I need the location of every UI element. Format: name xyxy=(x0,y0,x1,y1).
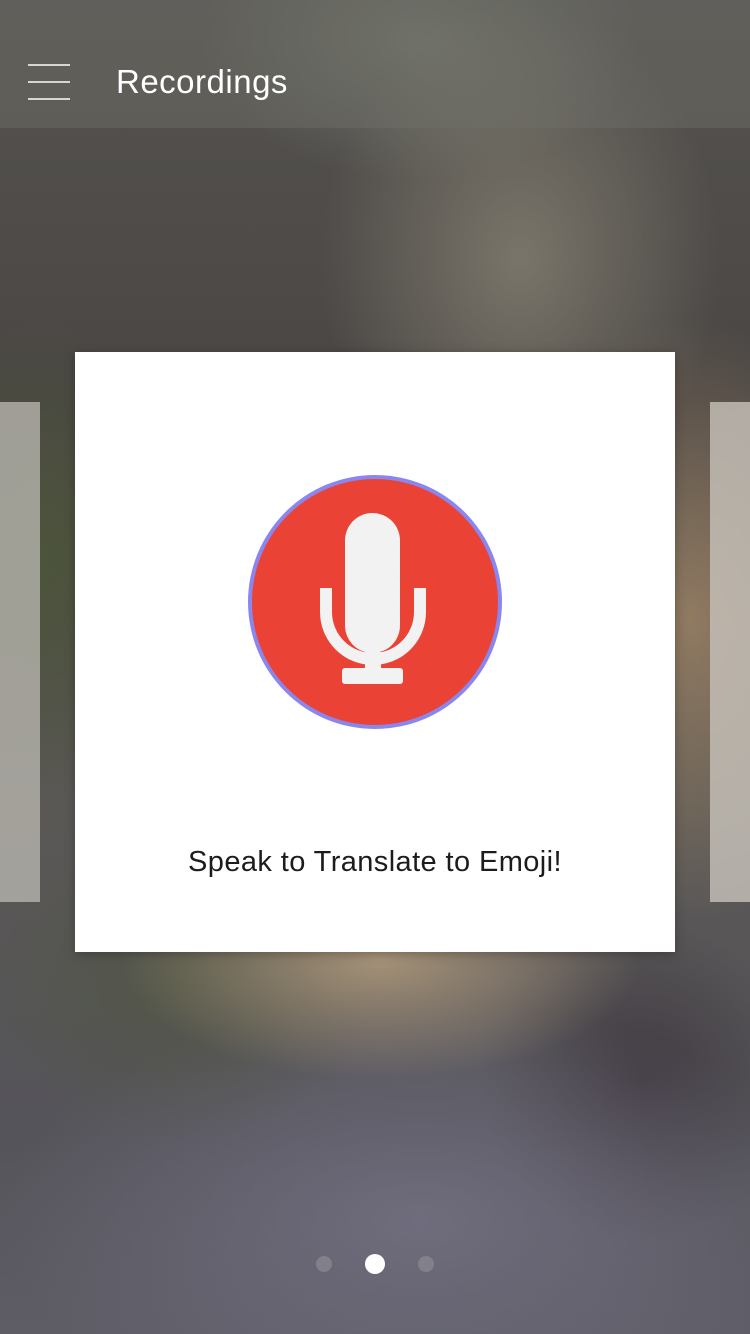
record-button[interactable] xyxy=(245,472,505,732)
previous-card-peek[interactable] xyxy=(0,402,40,902)
menu-line xyxy=(28,98,70,100)
page-dot-1[interactable] xyxy=(316,1256,332,1272)
page-indicator xyxy=(0,1254,750,1274)
record-card: Speak to Translate to Emoji! xyxy=(75,352,675,952)
page-dot-3[interactable] xyxy=(418,1256,434,1272)
page-title: Recordings xyxy=(116,63,288,100)
header-bar: Recordings xyxy=(0,0,750,128)
page-dot-2-active[interactable] xyxy=(365,1254,385,1274)
menu-line xyxy=(28,81,70,83)
hamburger-menu-icon[interactable] xyxy=(28,64,72,102)
menu-line xyxy=(28,64,70,66)
microphone-icon xyxy=(248,475,502,729)
next-card-peek[interactable] xyxy=(710,402,750,902)
instruction-text: Speak to Translate to Emoji! xyxy=(188,846,562,878)
